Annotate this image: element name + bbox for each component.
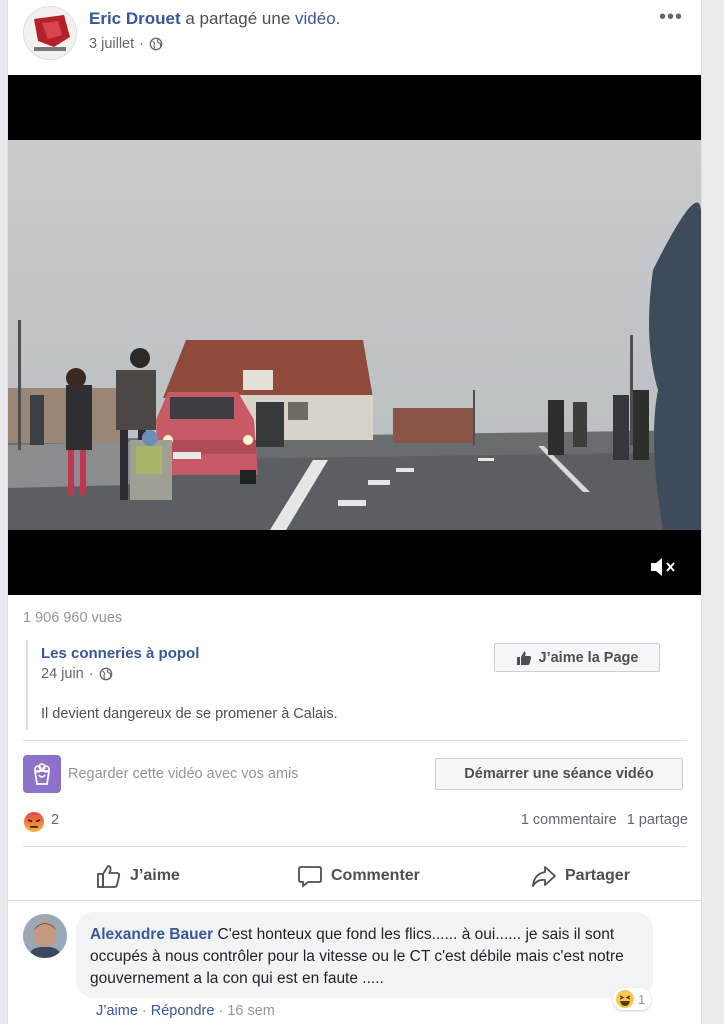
comment-reactions[interactable]: 1 [613, 988, 652, 1010]
title-suffix: . [335, 9, 341, 28]
share-arrow-icon [532, 866, 556, 887]
globe-icon[interactable] [149, 37, 163, 51]
shared-meta: 24 juin · [41, 666, 113, 682]
comment-like-link[interactable]: J’aime [96, 1003, 138, 1019]
popcorn-icon [23, 755, 61, 793]
watch-party-row: Regarder cette vidéo avec vos amis Démar… [23, 755, 683, 793]
video-player[interactable] [8, 75, 701, 595]
comment-label: Commenter [331, 867, 420, 884]
shared-meta-dot: · [88, 666, 94, 682]
like-button[interactable]: J’aime [96, 858, 180, 894]
post-card: Eric Drouet a partagé une vidéo. 3 juill… [7, 0, 702, 1024]
muted-speaker-icon[interactable] [649, 555, 679, 579]
like-label: J’aime [130, 867, 180, 884]
globe-icon[interactable] [99, 667, 113, 681]
shared-post-text: Il devient dangereux de se promener à Ca… [41, 706, 338, 722]
commenter-name[interactable]: Alexandre Bauer [90, 926, 213, 943]
more-options-button[interactable]: ••• [659, 6, 683, 29]
commenter-avatar[interactable] [23, 914, 67, 958]
laughing-face-icon [616, 990, 634, 1008]
post-date[interactable]: 3 juillet [89, 36, 134, 52]
comment-reaction-count: 1 [638, 991, 646, 1007]
start-watch-party-button[interactable]: Démarrer une séance vidéo [435, 758, 683, 790]
comment-reply-link[interactable]: Répondre [151, 1003, 215, 1019]
comment-age[interactable]: 16 sem [227, 1003, 275, 1019]
comment-button[interactable]: Commenter [297, 858, 420, 894]
post-meta: 3 juillet · [89, 36, 163, 52]
comment-item: Alexandre Bauer C'est honteux que fond l… [23, 912, 693, 1022]
poster-avatar-image [24, 7, 76, 59]
comment-share-counts: 1 commentaire 1 partage [521, 812, 688, 828]
share-button[interactable]: Partager [531, 858, 630, 894]
post-title-line: Eric Drouet a partagé une vidéo. [89, 9, 340, 29]
shared-page-name[interactable]: Les conneries à popol [41, 645, 199, 662]
comment-action-dot: · [141, 1003, 147, 1019]
share-label: Partager [565, 867, 630, 884]
action-text: a partagé une [185, 9, 291, 28]
street-scene-image [8, 140, 701, 530]
poster-avatar[interactable] [23, 6, 77, 60]
comment-icon [298, 866, 322, 888]
thumbs-up-outline-icon [97, 865, 121, 888]
thumbs-up-icon [516, 651, 531, 665]
watch-party-text: Regarder cette vidéo avec vos amis [68, 766, 299, 782]
divider [8, 900, 701, 901]
share-count[interactable]: 1 partage [627, 812, 688, 828]
meta-dot: · [139, 36, 144, 52]
view-count: 1 906 960 vues [23, 610, 123, 626]
comment-action-dot: · [218, 1003, 224, 1019]
post-actions: J’aime Commenter Partager [23, 858, 688, 894]
divider [23, 740, 687, 741]
angry-face-icon[interactable] [23, 811, 45, 833]
reaction-stats: 2 1 commentaire 1 partage [23, 809, 688, 833]
divider [23, 846, 687, 847]
like-page-label: J’aime la Page [538, 649, 639, 666]
shared-post-attachment: Les conneries à popol 24 juin · Il devie… [26, 640, 680, 730]
comment-actions: J’aime · Répondre · 16 sem [96, 1003, 275, 1019]
shared-date[interactable]: 24 juin [41, 666, 84, 682]
comment-count[interactable]: 1 commentaire [521, 812, 617, 828]
author-name[interactable]: Eric Drouet [89, 9, 181, 28]
comment-bubble: Alexandre Bauer C'est honteux que fond l… [76, 912, 653, 998]
reaction-count[interactable]: 2 [51, 812, 59, 828]
video-link[interactable]: vidéo [295, 9, 336, 28]
like-page-button[interactable]: J’aime la Page [494, 643, 660, 672]
post-header: Eric Drouet a partagé une vidéo. 3 juill… [23, 6, 691, 66]
video-frame [8, 140, 701, 530]
